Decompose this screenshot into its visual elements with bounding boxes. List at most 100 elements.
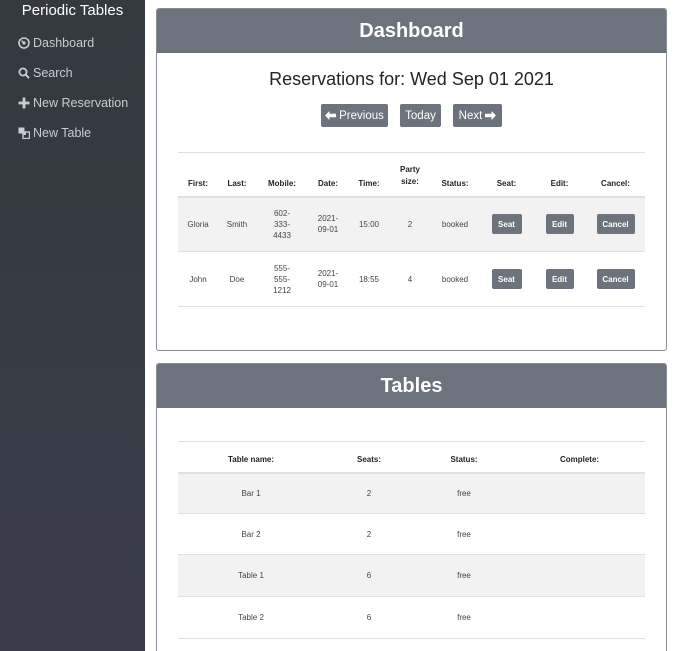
cell-status: booked — [430, 251, 480, 307]
tables-table: Table name: Seats: Status: Complete: Bar… — [178, 441, 645, 639]
column-header: Status: — [414, 441, 514, 474]
column-header: Last: — [218, 152, 256, 198]
previous-button[interactable]: Previous — [321, 104, 388, 127]
mobile-part: 4433 — [273, 230, 291, 240]
cell-status: free — [414, 472, 514, 514]
cell-table-name: Table 2 — [178, 596, 324, 639]
header-line: size: — [401, 176, 419, 186]
previous-label: Previous — [339, 109, 384, 122]
sidebar-item-dashboard[interactable]: Dashboard — [17, 34, 94, 52]
cell-party-size: 4 — [390, 251, 430, 307]
sidebar-item-label: Dashboard — [33, 36, 95, 50]
date-part: 2021- — [317, 214, 339, 224]
column-header: Time: — [348, 152, 390, 198]
cell-complete — [514, 513, 645, 555]
arrow-left-icon — [325, 111, 337, 120]
cell-cancel: Cancel — [586, 251, 645, 307]
sidebar: Periodic Tables Dashboard Search New Res… — [0, 0, 145, 651]
cell-status: free — [414, 554, 514, 597]
dashboard-card: Dashboard Reservations for: Wed Sep 01 2… — [156, 8, 667, 351]
today-button[interactable]: Today — [400, 104, 441, 127]
cell-edit: Edit — [533, 196, 586, 252]
cell-party-size: 2 — [390, 196, 430, 252]
cell-status: booked — [430, 196, 480, 252]
search-icon — [17, 67, 30, 80]
cell-edit: Edit — [533, 251, 586, 307]
table-row: John Doe 555- 555- 1212 2021- 09-01 18:55 4… — [178, 251, 645, 307]
edit-button[interactable]: Edit — [545, 214, 574, 235]
sidebar-item-label: Search — [33, 66, 73, 80]
cell-time: 15:00 — [348, 196, 390, 252]
table-row: Gloria Smith 602- 333- 4433 2021- 09-01 15:… — [178, 196, 645, 252]
cell-first: Gloria — [178, 196, 218, 252]
cell-seat: Seat — [480, 196, 533, 252]
mobile-part: 333- — [273, 219, 290, 229]
cell-seat: Seat — [480, 251, 533, 307]
today-label: Today — [405, 109, 436, 122]
cell-complete — [514, 472, 645, 514]
sidebar-item-new-table[interactable]: New Table — [17, 124, 91, 142]
cell-status: free — [414, 513, 514, 555]
sidebar-item-label: New Reservation — [33, 96, 129, 110]
table-icon — [17, 127, 30, 140]
cell-seats: 2 — [324, 513, 414, 555]
sidebar-item-label: New Table — [33, 126, 92, 140]
dashboard-icon — [17, 37, 30, 50]
mobile-part: 555- — [273, 263, 290, 273]
plus-icon — [17, 97, 30, 110]
mobile-part: 1212 — [273, 285, 291, 295]
column-header: Edit: — [533, 152, 586, 198]
column-header: Party size: — [390, 152, 430, 198]
header-line: Party — [399, 164, 420, 174]
table-row: Table 1 6 free — [178, 554, 645, 597]
cell-status: free — [414, 596, 514, 639]
cell-seats: 2 — [324, 472, 414, 514]
cell-first: John — [178, 251, 218, 307]
dashboard-title: Dashboard — [157, 9, 666, 53]
column-header: Date: — [308, 152, 348, 198]
cell-mobile: 602- 333- 4433 — [256, 196, 308, 252]
next-button[interactable]: Next — [453, 104, 502, 127]
tables-card: Tables Table name: Seats: Status: Comple… — [156, 363, 667, 651]
table-header-row: First: Last: Mobile: Date: Time: Party si… — [178, 152, 645, 198]
cancel-button[interactable]: Cancel — [596, 269, 635, 289]
tables-title: Tables — [157, 364, 666, 408]
table-header-row: Table name: Seats: Status: Complete: — [178, 441, 645, 474]
column-header: First: — [178, 152, 218, 198]
cell-time: 18:55 — [348, 251, 390, 307]
cell-last: Smith — [218, 196, 256, 252]
column-header: Table name: — [178, 441, 324, 474]
column-header: Status: — [430, 152, 480, 198]
column-header: Seat: — [480, 152, 533, 198]
reservations-heading: Reservations for: Wed Sep 01 2021 — [269, 69, 554, 89]
cell-cancel: Cancel — [586, 196, 645, 252]
edit-button[interactable]: Edit — [545, 269, 574, 289]
seat-button[interactable]: Seat — [491, 269, 522, 289]
date-part: 09-01 — [317, 280, 339, 289]
table-row: Table 2 6 free — [178, 596, 645, 639]
column-header: Mobile: — [256, 152, 308, 198]
cell-seats: 6 — [324, 596, 414, 639]
sidebar-item-new-reservation[interactable]: New Reservation — [17, 94, 128, 112]
cell-complete — [514, 554, 645, 597]
table-row: Bar 1 2 free — [178, 472, 645, 514]
column-header: Cancel: — [586, 152, 645, 198]
cell-complete — [514, 596, 645, 639]
mobile-part: 555- — [273, 274, 290, 284]
reservations-table: First: Last: Mobile: Date: Time: Party si… — [178, 152, 645, 307]
cell-mobile: 555- 555- 1212 — [256, 251, 308, 307]
next-label: Next — [458, 109, 483, 122]
cell-date: 2021- 09-01 — [308, 251, 348, 307]
cancel-button[interactable]: Cancel — [596, 214, 635, 235]
column-header: Complete: — [514, 441, 645, 474]
cell-table-name: Bar 2 — [178, 513, 324, 555]
seat-button[interactable]: Seat — [491, 214, 522, 235]
cell-table-name: Table 1 — [178, 554, 324, 597]
cell-date: 2021- 09-01 — [308, 196, 348, 252]
date-part: 2021- — [317, 269, 339, 278]
brand-title[interactable]: Periodic Tables — [0, 2, 145, 19]
mobile-part: 602- — [273, 208, 290, 218]
sidebar-item-search[interactable]: Search — [17, 64, 73, 82]
cell-table-name: Bar 1 — [178, 472, 324, 514]
cell-last: Doe — [218, 251, 256, 307]
